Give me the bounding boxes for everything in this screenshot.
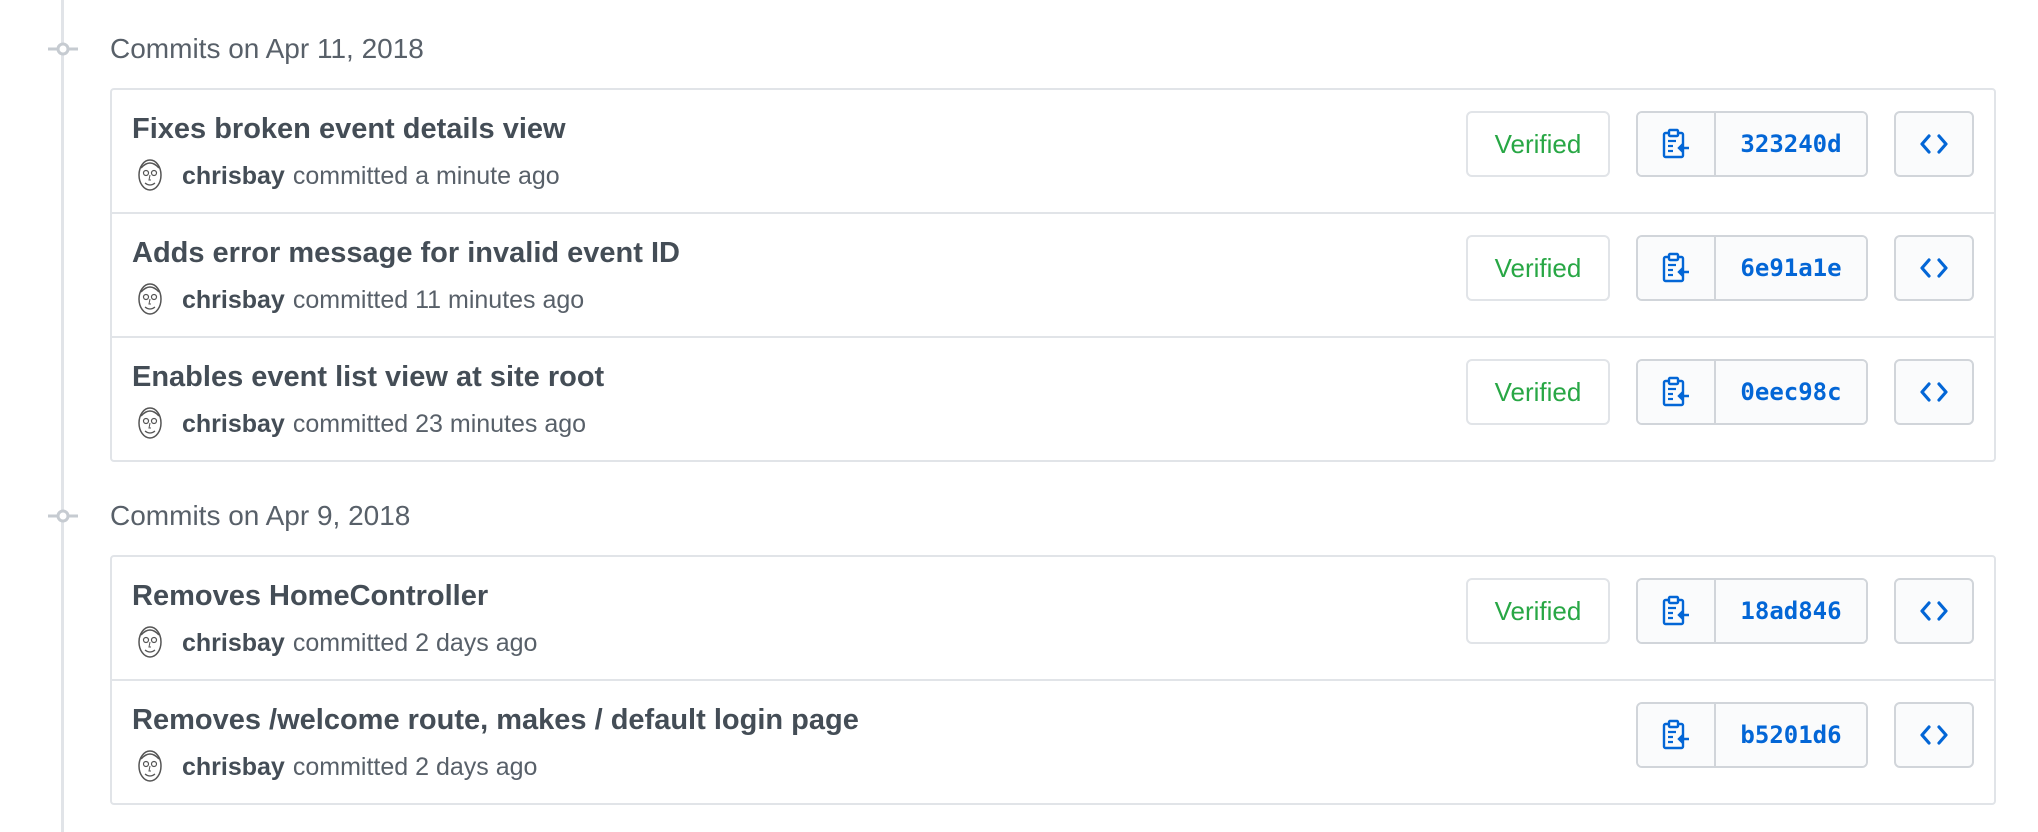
commit-sha-link[interactable]: 6e91a1e bbox=[1716, 237, 1866, 299]
commit-meta: chrisbay committed 23 minutes ago bbox=[132, 404, 586, 444]
commit-sha-link[interactable]: b5201d6 bbox=[1716, 704, 1866, 766]
git-commit-icon bbox=[48, 42, 78, 56]
sha-button-group: 18ad846 bbox=[1636, 578, 1868, 644]
commit-meta: chrisbay committed a minute ago bbox=[132, 156, 560, 196]
verified-badge[interactable]: Verified bbox=[1466, 359, 1610, 425]
sha-button-group: 323240d bbox=[1636, 111, 1868, 177]
commit-message-link[interactable]: Fixes broken event details view bbox=[132, 110, 566, 148]
avatar[interactable] bbox=[132, 280, 168, 320]
commit-author-link[interactable]: chrisbay bbox=[182, 629, 285, 658]
copy-sha-button[interactable] bbox=[1638, 580, 1716, 642]
clippy-icon bbox=[1662, 376, 1689, 407]
code-icon bbox=[1920, 134, 1948, 154]
git-commit-icon bbox=[48, 509, 78, 523]
commit-sha-link[interactable]: 323240d bbox=[1716, 113, 1866, 175]
verified-badge[interactable]: Verified bbox=[1466, 111, 1610, 177]
commit-actions: b5201d6 bbox=[1636, 701, 1974, 769]
browse-repo-button[interactable] bbox=[1894, 702, 1974, 768]
commit-meta: chrisbay committed 2 days ago bbox=[132, 623, 537, 663]
commit-time: 2 days ago bbox=[415, 628, 538, 657]
commit-actions: Verified 323240d bbox=[1466, 110, 1974, 178]
commit-actions: Verified 6e91a1e bbox=[1466, 234, 1974, 302]
clippy-icon bbox=[1662, 719, 1689, 750]
commit-author-link[interactable]: chrisbay bbox=[182, 410, 285, 439]
commit-action: committed bbox=[292, 285, 409, 314]
commit-list: Fixes broken event details view chrisbay… bbox=[110, 88, 1996, 462]
clippy-icon bbox=[1662, 595, 1689, 626]
commit-row: Removes HomeController chrisbay committe… bbox=[112, 557, 1994, 679]
commit-sha-link[interactable]: 0eec98c bbox=[1716, 361, 1866, 423]
browse-repo-button[interactable] bbox=[1894, 359, 1974, 425]
clippy-icon bbox=[1662, 128, 1689, 159]
code-icon bbox=[1920, 382, 1948, 402]
commit-message-link[interactable]: Removes /welcome route, makes / default … bbox=[132, 701, 859, 739]
copy-sha-button[interactable] bbox=[1638, 704, 1716, 766]
commit-actions: Verified 18ad846 bbox=[1466, 577, 1974, 645]
commit-list: Removes HomeController chrisbay committe… bbox=[110, 555, 1996, 805]
copy-sha-button[interactable] bbox=[1638, 113, 1716, 175]
commit-author-link[interactable]: chrisbay bbox=[182, 162, 285, 191]
commit-action: committed bbox=[292, 161, 409, 190]
clippy-icon bbox=[1662, 252, 1689, 283]
commit-meta: chrisbay committed 11 minutes ago bbox=[132, 280, 584, 320]
avatar[interactable] bbox=[132, 623, 168, 663]
sha-button-group: 0eec98c bbox=[1636, 359, 1868, 425]
browse-repo-button[interactable] bbox=[1894, 111, 1974, 177]
commit-history: Commits on Apr 11, 2018 Fixes broken eve… bbox=[0, 0, 2038, 832]
copy-sha-button[interactable] bbox=[1638, 361, 1716, 423]
avatar[interactable] bbox=[132, 404, 168, 444]
commit-actions: Verified 0eec98c bbox=[1466, 358, 1974, 426]
commit-action: committed bbox=[292, 628, 409, 657]
commit-author-link[interactable]: chrisbay bbox=[182, 753, 285, 782]
commit-meta: chrisbay committed 2 days ago bbox=[132, 747, 537, 787]
commit-message-link[interactable]: Removes HomeController bbox=[132, 577, 488, 615]
copy-sha-button[interactable] bbox=[1638, 237, 1716, 299]
commit-message-link[interactable]: Enables event list view at site root bbox=[132, 358, 604, 396]
commit-row: Removes /welcome route, makes / default … bbox=[112, 679, 1994, 803]
commit-sha-link[interactable]: 18ad846 bbox=[1716, 580, 1866, 642]
browse-repo-button[interactable] bbox=[1894, 235, 1974, 301]
commit-action: committed bbox=[292, 409, 409, 438]
code-icon bbox=[1920, 601, 1948, 621]
verified-badge[interactable]: Verified bbox=[1466, 578, 1610, 644]
commit-time: 23 minutes ago bbox=[415, 409, 587, 438]
group-header: Commits on Apr 9, 2018 bbox=[0, 485, 2038, 545]
commit-row: Adds error message for invalid event ID … bbox=[112, 212, 1994, 336]
commit-time: 11 minutes ago bbox=[415, 285, 585, 314]
group-title: Commits on Apr 9, 2018 bbox=[110, 500, 411, 531]
commit-row: Fixes broken event details view chrisbay… bbox=[112, 90, 1994, 212]
sha-button-group: b5201d6 bbox=[1636, 702, 1868, 768]
commit-time: 2 days ago bbox=[415, 752, 538, 781]
group-title: Commits on Apr 11, 2018 bbox=[110, 33, 424, 64]
commit-group: Commits on Apr 11, 2018 Fixes broken eve… bbox=[0, 18, 2038, 468]
commit-author-link[interactable]: chrisbay bbox=[182, 286, 285, 315]
verified-badge[interactable]: Verified bbox=[1466, 235, 1610, 301]
avatar[interactable] bbox=[132, 156, 168, 196]
code-icon bbox=[1920, 725, 1948, 745]
avatar[interactable] bbox=[132, 747, 168, 787]
sha-button-group: 6e91a1e bbox=[1636, 235, 1868, 301]
browse-repo-button[interactable] bbox=[1894, 578, 1974, 644]
code-icon bbox=[1920, 258, 1948, 278]
commit-message-link[interactable]: Adds error message for invalid event ID bbox=[132, 234, 680, 272]
commit-row: Enables event list view at site root chr… bbox=[112, 336, 1994, 460]
commit-time: a minute ago bbox=[415, 161, 560, 190]
commit-group: Commits on Apr 9, 2018 Removes HomeContr… bbox=[0, 485, 2038, 825]
commit-action: committed bbox=[292, 752, 409, 781]
group-header: Commits on Apr 11, 2018 bbox=[0, 18, 2038, 78]
